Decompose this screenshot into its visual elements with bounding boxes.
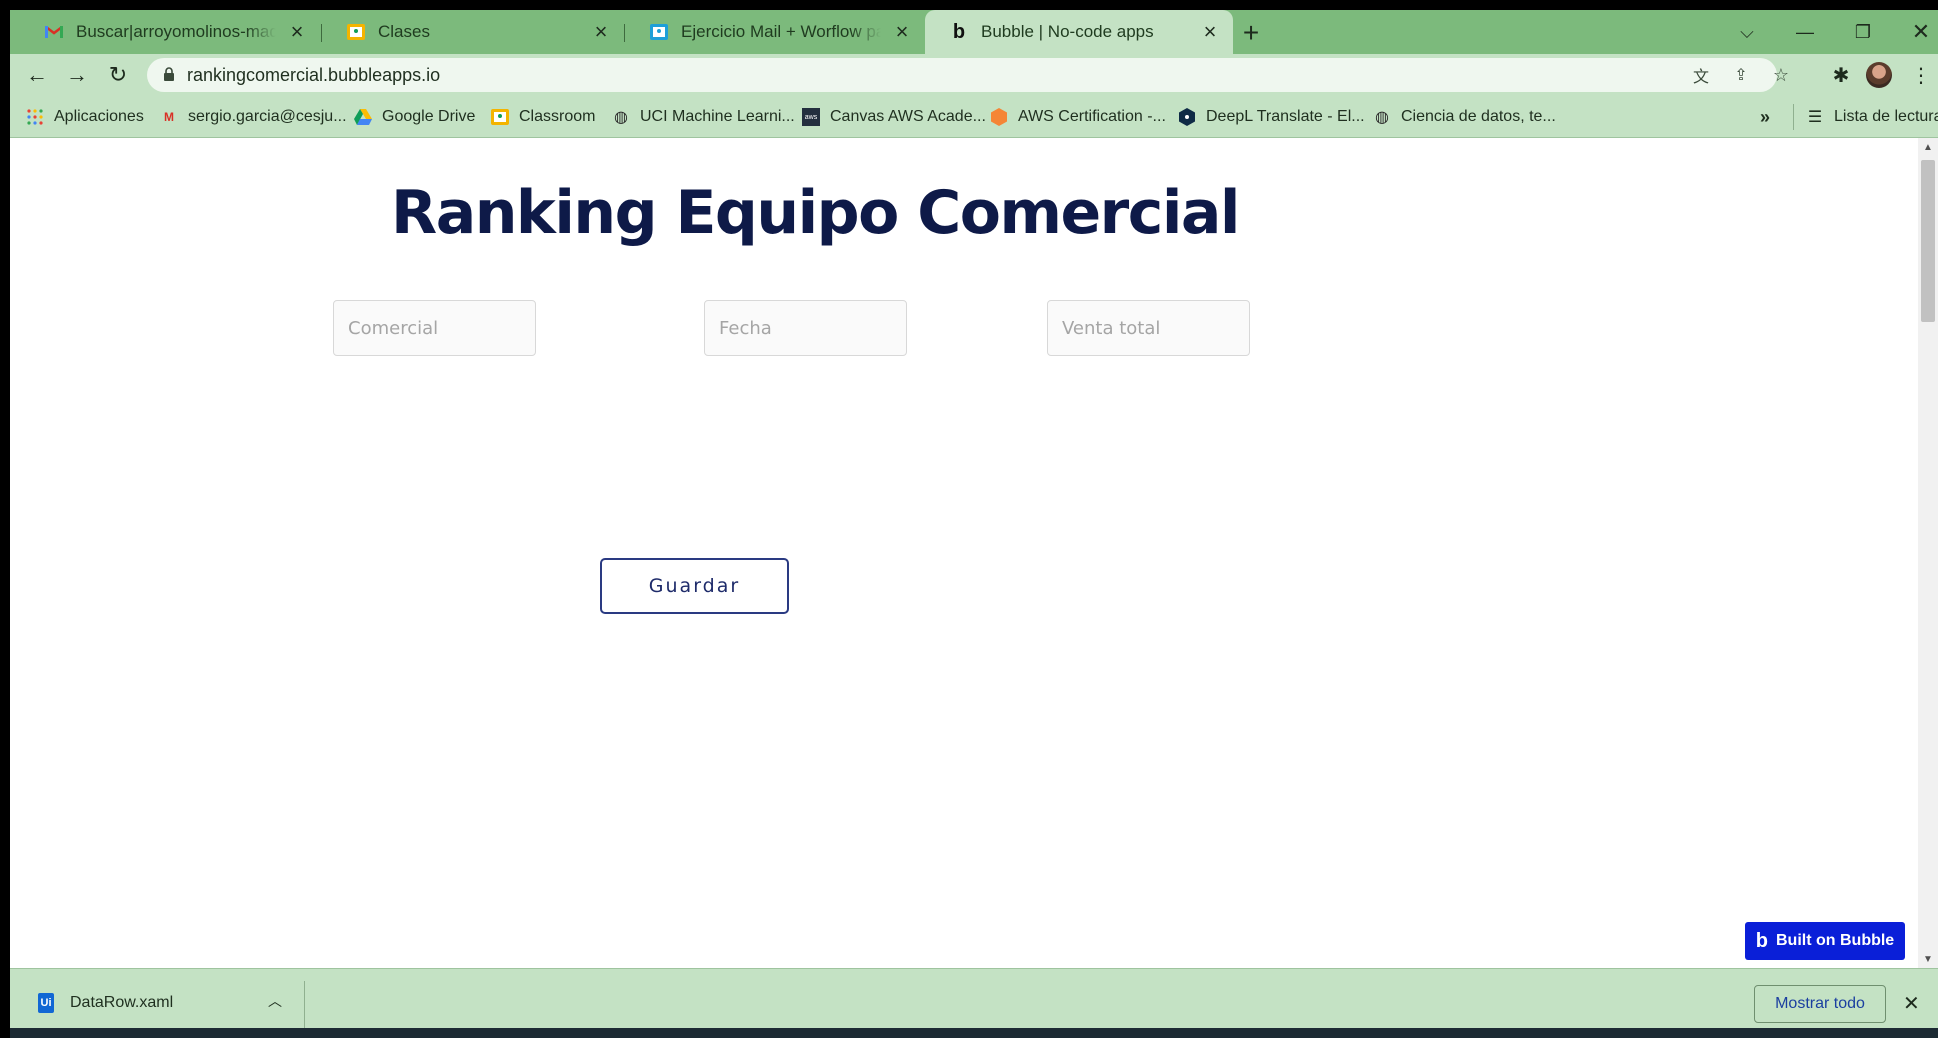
bookmark-label: Google Drive — [382, 108, 476, 125]
globe-icon: ◍ — [1375, 109, 1389, 126]
fecha-field — [704, 300, 907, 356]
built-on-bubble-badge[interactable]: b Built on Bubble — [1745, 922, 1905, 960]
tab-clases[interactable]: Clases × — [322, 10, 624, 54]
close-icon[interactable]: × — [1199, 19, 1221, 44]
translate-icon[interactable]: 文 — [1689, 63, 1713, 87]
extensions-icon[interactable]: ✱ — [1826, 60, 1856, 90]
scroll-up-icon[interactable]: ▲ — [1918, 138, 1938, 156]
close-icon[interactable]: ✕ — [1903, 991, 1920, 1016]
apps-grid-icon — [26, 108, 44, 126]
comercial-field — [333, 300, 536, 356]
bookmark-label: Ciencia de datos, te... — [1401, 108, 1556, 125]
taskbar — [10, 1028, 1938, 1038]
deepl-icon — [1178, 108, 1196, 126]
show-all-button[interactable]: Mostrar todo — [1754, 985, 1886, 1023]
gmail-icon — [44, 22, 64, 42]
tab-strip: Buscar|arroyomolinos-madrid - s × Clases… — [10, 10, 1938, 54]
close-icon[interactable]: × — [891, 19, 913, 44]
bookmark-label: Aplicaciones — [54, 108, 144, 125]
tab-gmail[interactable]: Buscar|arroyomolinos-madrid - s × — [20, 10, 320, 54]
globe-icon: ◍ — [614, 109, 628, 126]
tab-title: Bubble | No-code apps — [981, 22, 1154, 41]
bookmark-aplicaciones[interactable]: Aplicaciones — [26, 96, 144, 138]
venta-total-input[interactable] — [1048, 301, 1249, 355]
close-window-button[interactable]: ✕ — [1892, 10, 1938, 54]
tab-search-icon[interactable]: ⌵ — [1718, 10, 1776, 54]
bookmark-label: DeepL Translate - El... — [1206, 108, 1365, 125]
page-title: Ranking Equipo Comercial — [391, 178, 1240, 248]
more-bookmarks-icon[interactable]: » — [1760, 96, 1770, 138]
bookmark-label: AWS Certification -... — [1018, 108, 1166, 125]
tab-title: Buscar|arroyomolinos-madrid - s — [76, 22, 276, 41]
bubble-logo-icon: b — [1755, 929, 1768, 952]
back-button[interactable]: ← — [22, 60, 52, 90]
url-text: rankingcomercial.bubbleapps.io — [187, 65, 441, 85]
fecha-input[interactable] — [705, 301, 906, 355]
bubble-icon: b — [952, 20, 966, 43]
reading-list[interactable]: ☰ Lista de lectura — [1793, 104, 1938, 130]
bookmark-star-icon[interactable]: ☆ — [1769, 63, 1793, 87]
restore-button[interactable]: ❐ — [1834, 10, 1892, 54]
reading-list-icon: ☰ — [1807, 109, 1823, 126]
lock-icon — [164, 67, 174, 81]
forward-button[interactable]: → — [62, 60, 92, 90]
reading-list-label: Lista de lectura — [1834, 108, 1938, 125]
bookmark-label: Classroom — [519, 108, 596, 125]
bookmarks-bar: Aplicaciones M sergio.garcia@cesju... Go… — [10, 96, 1938, 138]
shelf-divider — [304, 981, 305, 1031]
classroom-icon — [491, 108, 509, 126]
bookmark-gmail[interactable]: M sergio.garcia@cesju... — [160, 96, 347, 138]
tab-bubble[interactable]: b Bubble | No-code apps × — [925, 10, 1233, 54]
browser-toolbar: ← → ↻ rankingcomercial.bubbleapps.io 文 ⇪… — [10, 54, 1938, 96]
close-icon[interactable]: × — [286, 19, 308, 44]
bookmark-label: sergio.garcia@cesju... — [188, 108, 347, 125]
page-content: Ranking Equipo Comercial Guardar b Built… — [10, 138, 1918, 968]
scroll-down-icon[interactable]: ▼ — [1918, 950, 1938, 968]
bookmark-aws-certification[interactable]: AWS Certification -... — [990, 96, 1166, 138]
badge-label: Built on Bubble — [1776, 932, 1895, 949]
reload-button[interactable]: ↻ — [103, 60, 133, 90]
guardar-button[interactable]: Guardar — [600, 558, 789, 614]
gmail-icon: M — [164, 110, 174, 124]
address-bar[interactable]: rankingcomercial.bubbleapps.io 文 ⇪ ☆ — [147, 58, 1789, 92]
browser-window: Buscar|arroyomolinos-madrid - s × Clases… — [10, 10, 1938, 1038]
vertical-scrollbar[interactable]: ▲ ▼ — [1918, 138, 1938, 968]
classroom-icon — [649, 22, 669, 42]
bookmark-uci[interactable]: ◍ UCI Machine Learni... — [612, 96, 795, 138]
bookmark-canvas-aws[interactable]: aws Canvas AWS Acade... — [802, 96, 986, 138]
minimize-button[interactable]: — — [1776, 10, 1834, 54]
tab-title: Clases — [378, 22, 430, 41]
bookmark-deepl[interactable]: DeepL Translate - El... — [1178, 96, 1365, 138]
bookmark-label: UCI Machine Learni... — [640, 108, 795, 125]
download-file-name: DataRow.xaml — [70, 994, 174, 1011]
share-icon[interactable]: ⇪ — [1729, 63, 1753, 87]
drive-icon — [354, 108, 372, 126]
aws-cert-icon — [990, 108, 1008, 126]
venta-total-field — [1047, 300, 1250, 356]
comercial-input[interactable] — [334, 301, 535, 355]
close-icon[interactable]: × — [590, 19, 612, 44]
chevron-up-icon[interactable]: ︿ — [268, 991, 282, 1011]
aws-icon: aws — [802, 108, 820, 126]
profile-avatar[interactable] — [1866, 62, 1892, 88]
tab-title: Ejercicio Mail + Worflow paralelo — [681, 22, 881, 41]
tab-ejercicio[interactable]: Ejercicio Mail + Worflow paralelo × — [625, 10, 925, 54]
file-icon: Ui — [38, 993, 54, 1013]
scroll-thumb[interactable] — [1921, 160, 1935, 322]
new-tab-button[interactable]: + — [1236, 17, 1266, 48]
bookmark-google-drive[interactable]: Google Drive — [354, 96, 475, 138]
menu-icon[interactable]: ⋮ — [1906, 60, 1936, 90]
classroom-icon — [346, 22, 366, 42]
bookmark-label: Canvas AWS Acade... — [830, 108, 986, 125]
bookmark-ciencia-datos[interactable]: ◍ Ciencia de datos, te... — [1373, 96, 1556, 138]
bookmark-classroom[interactable]: Classroom — [491, 96, 595, 138]
